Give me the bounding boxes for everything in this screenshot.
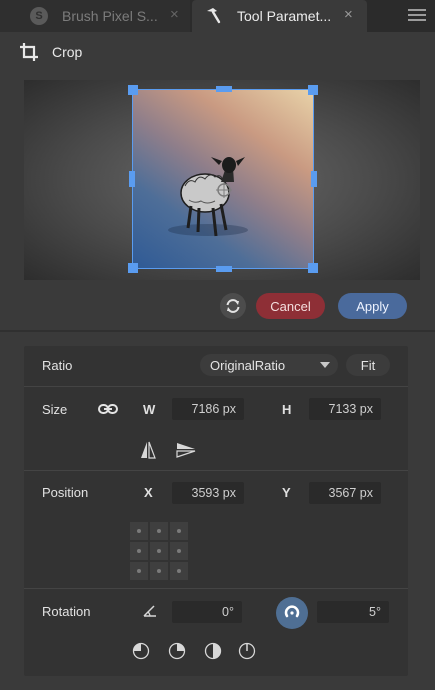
anchor-middle-right[interactable] [170,542,188,560]
ratio-value: OriginalRatio [210,357,286,373]
hammer-icon [207,8,221,24]
rotate-90-cw-icon[interactable] [168,642,186,660]
crop-frame[interactable] [132,89,314,269]
x-field[interactable]: 3593 px [172,482,244,504]
ratio-label: Ratio [42,358,73,373]
crop-handle-bottom-right[interactable] [308,263,318,273]
crop-handle-bottom[interactable] [216,266,232,272]
angle-icon [143,605,156,617]
tab-label: Brush Pixel S... [62,8,158,24]
y-label: Y [282,485,291,500]
close-icon[interactable]: × [344,6,353,23]
anchor-top-right[interactable] [170,522,188,540]
crop-handle-left[interactable] [129,171,135,187]
tab-bar: S Brush Pixel S... × Tool Paramet... × [0,0,435,32]
rotate-180-icon[interactable] [204,642,222,660]
tab-tool-parameters[interactable]: Tool Paramet... × [192,0,367,32]
section-divider [24,470,408,471]
flip-horizontal-icon[interactable] [140,440,156,460]
fit-button[interactable]: Fit [346,354,390,376]
crop-handle-top[interactable] [216,86,232,92]
reset-button[interactable] [220,293,246,319]
x-label: X [144,485,153,500]
ratio-dropdown[interactable]: OriginalRatio [200,354,338,376]
tab-brush-pixel[interactable]: S Brush Pixel S... × [0,0,190,32]
apply-button[interactable]: Apply [338,293,407,319]
magnet-icon [284,605,300,618]
crop-preview[interactable] [24,80,420,280]
chevron-down-icon [320,362,330,368]
height-label: H [282,402,292,417]
rotation-angle-field[interactable]: 0° [172,601,242,623]
rotate-90-ccw-icon[interactable] [132,642,150,660]
crop-title: Crop [52,44,83,60]
anchor-bottom-right[interactable] [170,562,188,580]
sheep-image [168,157,248,237]
height-field[interactable]: 7133 px [309,398,381,420]
refresh-icon [226,299,240,313]
snap-rotation-button[interactable] [276,597,308,629]
anchor-top-center[interactable] [150,522,168,540]
tool-parameters-panel: Ratio OriginalRatio Fit Size W 7186 px H… [24,346,408,676]
cancel-button[interactable]: Cancel [256,293,325,319]
anchor-top-left[interactable] [130,522,148,540]
anchor-bottom-left[interactable] [130,562,148,580]
crop-handle-bottom-left[interactable] [128,263,138,273]
rotation-label: Rotation [42,604,91,619]
width-field[interactable]: 7186 px [172,398,244,420]
position-label: Position [42,485,89,500]
crop-handle-right[interactable] [311,171,317,187]
crop-handle-top-right[interactable] [308,85,318,95]
snap-angle-field[interactable]: 5° [317,601,389,623]
section-divider [24,386,408,387]
section-divider [24,588,408,589]
tab-label: Tool Paramet... [237,8,332,24]
reset-rotation-icon[interactable] [238,642,256,660]
panel-menu-icon[interactable] [408,6,426,24]
link-icon[interactable] [98,402,118,416]
crop-handle-top-left[interactable] [128,85,138,95]
anchor-grid [130,522,188,580]
size-label: Size [42,402,68,417]
y-field[interactable]: 3567 px [309,482,381,504]
app-logo-icon: S [30,7,48,25]
crop-icon [20,43,38,61]
anchor-bottom-center[interactable] [150,562,168,580]
divider [0,330,435,332]
crop-header: Crop [0,34,435,70]
close-icon[interactable]: × [170,6,179,23]
flip-vertical-icon[interactable] [175,442,197,458]
anchor-middle-left[interactable] [130,542,148,560]
anchor-center[interactable] [150,542,168,560]
width-label: W [143,402,156,417]
